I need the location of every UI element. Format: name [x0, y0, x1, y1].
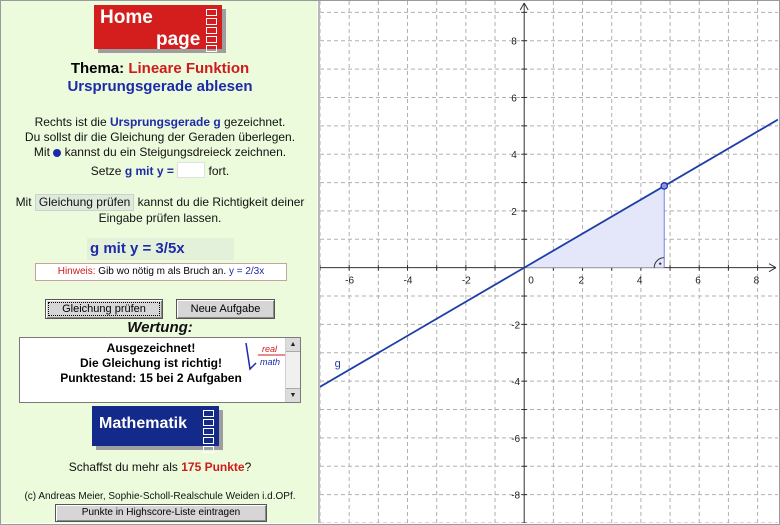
scroll-down-icon[interactable]: ▼ [286, 388, 300, 402]
y-tick-label: -6 [511, 434, 520, 445]
page-subtitle: Ursprungsgerade ablesen [67, 78, 253, 95]
graph-panel: -6 -4 -2 0 2 4 6 8 8 6 4 2 -2 -4 -6 -8 g [320, 1, 778, 523]
home-logo-line1: Home [100, 7, 153, 28]
rating-heading: Wertung: [127, 319, 193, 336]
slope-point-handle[interactable] [660, 182, 669, 190]
topic-label: Thema: [70, 60, 125, 77]
y-tick-label: -8 [511, 491, 520, 502]
x-tick-label: 8 [754, 276, 760, 287]
left-panel: Home page Thema: Lineare Funktion Urspru… [1, 1, 317, 523]
x-tick-label: -4 [404, 276, 413, 287]
mathematik-label: Mathematik [99, 415, 188, 432]
check-equation-button[interactable]: Gleichung prüfen [45, 299, 163, 319]
line-g[interactable] [320, 118, 778, 388]
instruction-text: Rechts ist die Ursprungsgerade g gezeich… [24, 115, 296, 178]
y-tick-label: -4 [511, 377, 520, 388]
y-tick-label: 8 [511, 37, 517, 48]
check-label-pill: Gleichung prüfen [34, 194, 135, 211]
x-tick-label: 4 [637, 276, 643, 287]
realmath-logo-bottom: math [260, 357, 280, 367]
mathematik-button[interactable]: Mathematik [92, 406, 219, 453]
x-tick-label: -2 [462, 276, 471, 287]
hint-label: Hinweis: [57, 266, 96, 277]
new-task-button[interactable]: Neue Aufgabe [176, 299, 275, 319]
x-tick-label: 6 [695, 276, 701, 287]
y-tick-label: -2 [511, 320, 520, 331]
scroll-up-icon[interactable]: ▲ [286, 338, 300, 352]
topic-value: Lineare Funktion [128, 60, 250, 77]
y-tick-label: 2 [511, 207, 517, 218]
film-strip-icon [206, 9, 217, 54]
realmath-logo-icon: real math [245, 342, 286, 371]
hint-example: y = 2/3x [228, 266, 265, 277]
hint-box: Hinweis: Gib wo nötig m als Bruch an. y … [35, 263, 287, 281]
topic-heading: Thema: Lineare Funktion [1, 60, 319, 77]
y-tick-label: 6 [511, 93, 517, 104]
home-page-button[interactable]: Home page [94, 5, 222, 52]
blank-box-icon [177, 162, 206, 178]
x-tick-label: 0 [528, 276, 534, 287]
realmath-logo-top: real [262, 344, 278, 354]
rating-scrollbar[interactable]: ▲ ▼ [285, 338, 300, 402]
home-logo-line2: page [156, 29, 201, 50]
line-label: g [335, 358, 341, 370]
right-angle-dot-icon [659, 262, 662, 265]
x-tick-label: 2 [579, 276, 585, 287]
check-instruction-text: Mit Gleichung prüfen kannst du die Richt… [15, 194, 305, 225]
coordinate-plot[interactable]: -6 -4 -2 0 2 4 6 8 8 6 4 2 -2 -4 -6 -8 g [320, 1, 778, 523]
copyright-text: (c) Andreas Meier, Sophie-Scholl-Realsch… [24, 491, 296, 502]
hint-text: Gib wo nötig m als Bruch an. [95, 266, 229, 277]
equation-input[interactable]: g mit y = 3/5x [87, 238, 234, 260]
film-strip-icon [203, 410, 214, 455]
rating-textarea: Ausgezeichnet! Die Gleichung ist richtig… [19, 337, 301, 403]
x-tick-label: -6 [345, 276, 354, 287]
highscore-button[interactable]: Punkte in Highscore-Liste eintragen [55, 504, 267, 522]
challenge-text: Schaffst du mehr als 175 Punkte? [68, 460, 252, 474]
y-tick-label: 4 [511, 150, 517, 161]
